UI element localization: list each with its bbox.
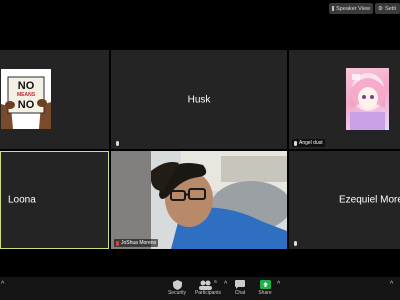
participants-label: Participants — [194, 290, 222, 296]
security-button[interactable]: Security — [160, 279, 194, 296]
participant-name-joshua: JoShua Moreno — [121, 240, 157, 246]
microphone-muted-icon — [116, 240, 119, 246]
anime-character-illustration — [350, 73, 385, 130]
video-tile-no-means-no[interactable]: NO MEANS NO — [0, 50, 109, 149]
video-tile-angel-dust[interactable]: Angel dust — [289, 50, 400, 149]
video-tile-loona[interactable]: Loona — [0, 151, 109, 249]
video-tile-ezequiel[interactable]: Ezequiel More — [289, 151, 400, 249]
chat-bubble-icon — [235, 279, 245, 290]
more-chevron-up-icon[interactable]: ^ — [390, 281, 393, 288]
speaker-view-button[interactable]: Speaker View — [329, 3, 373, 14]
participant-name-husk: Husk — [187, 94, 211, 105]
speaker-view-label: Speaker View — [336, 5, 370, 12]
shield-icon — [172, 279, 182, 290]
participants-button[interactable]: 6 Participants — [191, 279, 225, 296]
share-label: Share — [258, 290, 272, 296]
participant-name-ezequiel: Ezequiel More — [339, 194, 400, 206]
mic-status — [292, 240, 299, 247]
grid-icon — [332, 6, 335, 11]
participants-count: 6 — [214, 279, 217, 284]
no-means-no-sign: NO MEANS NO — [1, 69, 51, 129]
name-tag-joshua: JoShua Moreno — [114, 239, 159, 247]
video-tile-joshua[interactable]: JoShua Moreno — [111, 151, 287, 249]
video-tile-husk[interactable]: Husk — [111, 50, 287, 149]
meeting-toolbar: ^ Security 6 Participants ^ Chat Share ^… — [0, 277, 400, 300]
participants-icon: 6 — [199, 279, 217, 290]
microphone-icon — [294, 241, 297, 246]
anime-avatar-image — [346, 68, 389, 130]
chat-label: Chat — [234, 290, 246, 296]
mic-status — [114, 140, 121, 147]
gear-icon: ⚙ — [378, 5, 383, 12]
svg-text:NO: NO — [18, 80, 35, 92]
participant-name-loona: Loona — [8, 194, 36, 206]
settings-label: Setti — [384, 5, 396, 12]
name-tag-angel-dust: Angel dust — [292, 139, 325, 147]
share-chevron-up-icon[interactable]: ^ — [277, 281, 280, 288]
settings-button[interactable]: ⚙ Setti — [375, 3, 400, 14]
microphone-icon — [116, 141, 119, 146]
share-screen-icon — [259, 279, 271, 290]
svg-text:MEANS: MEANS — [17, 92, 36, 98]
security-label: Security — [167, 290, 187, 296]
microphone-icon — [294, 140, 297, 146]
participant-name-angel-dust: Angel dust — [299, 140, 323, 146]
chevron-up-icon[interactable]: ^ — [1, 281, 4, 288]
webcam-video-frame — [111, 151, 287, 249]
svg-text:NO: NO — [18, 99, 35, 111]
no-means-no-illustration: NO MEANS NO — [1, 76, 51, 129]
